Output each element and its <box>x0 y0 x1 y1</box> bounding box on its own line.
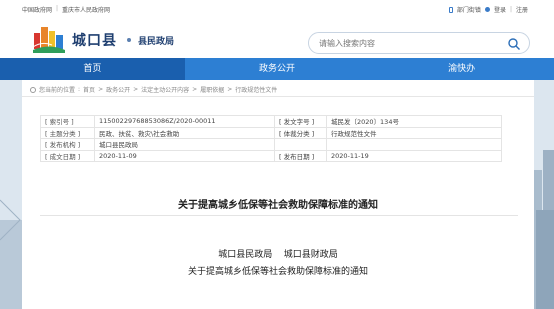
site-title[interactable]: 城口县 <box>72 30 117 50</box>
link-chongqing-gov[interactable]: 重庆市人民政府网 <box>62 5 110 14</box>
account-links: 部门街镇 登录 | 注册 <box>448 5 528 14</box>
location-icon <box>30 86 36 93</box>
main-nav: 首页 政务公开 渝快办 <box>0 58 554 80</box>
label-publish-date: [ 发布日期 ] <box>274 149 327 163</box>
value-index-number: 11500229768853086Z/2020-00011 <box>94 115 275 128</box>
phone-icon <box>448 6 453 13</box>
value-genre: 行政规范性文件 <box>326 126 502 140</box>
search-input[interactable] <box>319 37 499 50</box>
value-written-date: 2020-11-09 <box>94 149 275 163</box>
nav-government-affairs[interactable]: 政务公开 <box>185 58 370 80</box>
label-document-number: [ 发文字号 ] <box>274 115 327 128</box>
value-document-number: 城民发〔2020〕134号 <box>326 115 502 128</box>
top-utility-bar: 中国政府网 | 重庆市人民政府网 部门街镇 登录 | 注册 <box>0 0 554 18</box>
info-row: [ 发布机构 ] 城口县民政局 <box>40 138 502 151</box>
divider <box>40 215 518 216</box>
external-links: 中国政府网 | 重庆市人民政府网 <box>22 5 110 14</box>
site-header: 城口县 县民政局 <box>0 18 554 58</box>
value-publish-date: 2020-11-19 <box>326 149 502 163</box>
label-index-number: [ 索引号 ] <box>40 115 95 128</box>
empty-cell <box>274 138 327 151</box>
user-icon <box>484 7 490 12</box>
info-row: [ 索引号 ] 11500229768853086Z/2020-00011 [ … <box>40 115 502 128</box>
info-row: [ 主题分类 ] 民政、扶贫、救灾\社会救助 [ 体裁分类 ] 行政规范性文件 <box>40 126 502 140</box>
title-divider-dot <box>127 38 131 42</box>
breadcrumb-gov-affairs[interactable]: 政务公开 <box>106 85 130 94</box>
breadcrumb: 您当前的位置: 首页 > 政务公开 > 法定主动公开内容 > 履职依据 > 行政规范性文… <box>30 85 277 94</box>
label-issuer: [ 发布机构 ] <box>40 138 95 151</box>
login-link[interactable]: 登录 <box>494 5 506 14</box>
nav-home[interactable]: 首页 <box>0 58 185 80</box>
site-subtitle: 县民政局 <box>138 37 175 47</box>
document-subtitle: 关于提高城乡低保等社会救助保障标准的通知 <box>187 267 368 277</box>
label-topic: [ 主题分类 ] <box>40 126 95 140</box>
divider <box>22 96 534 97</box>
value-topic: 民政、扶贫、救灾\社会救助 <box>94 126 275 140</box>
separator: | <box>509 6 512 13</box>
document-info-table: [ 索引号 ] 11500229768853086Z/2020-00011 [ … <box>40 115 502 163</box>
label-written-date: [ 成文日期 ] <box>40 149 95 163</box>
info-row: [ 成文日期 ] 2020-11-09 [ 发布日期 ] 2020-11-19 <box>40 149 502 163</box>
breadcrumb-label: 您当前的位置 <box>39 87 76 94</box>
site-logo[interactable] <box>32 23 66 54</box>
register-link[interactable]: 注册 <box>516 5 528 14</box>
document-issuers: 城口县民政局 城口县财政局 <box>218 250 338 260</box>
label-genre: [ 体裁分类 ] <box>274 126 327 140</box>
search-icon[interactable] <box>507 37 521 51</box>
breadcrumb-normative-docs[interactable]: 行政规范性文件 <box>235 85 277 94</box>
breadcrumb-duty-basis[interactable]: 履职依据 <box>200 85 224 94</box>
document-title: 关于提高城乡低保等社会救助保障标准的通知 <box>178 200 378 211</box>
link-china-gov[interactable]: 中国政府网 <box>22 5 52 14</box>
link-departments[interactable]: 部门街镇 <box>457 5 481 14</box>
separator: | <box>56 5 59 12</box>
nav-yukuaiban[interactable]: 渝快办 <box>369 58 554 80</box>
empty-cell <box>326 138 502 151</box>
search-box <box>308 32 530 54</box>
breadcrumb-public-content[interactable]: 法定主动公开内容 <box>141 85 189 94</box>
value-issuer: 城口县民政局 <box>94 138 275 151</box>
breadcrumb-home[interactable]: 首页 <box>83 85 95 94</box>
content-panel: 您当前的位置: 首页 > 政务公开 > 法定主动公开内容 > 履职依据 > 行政规范性文… <box>22 80 534 309</box>
